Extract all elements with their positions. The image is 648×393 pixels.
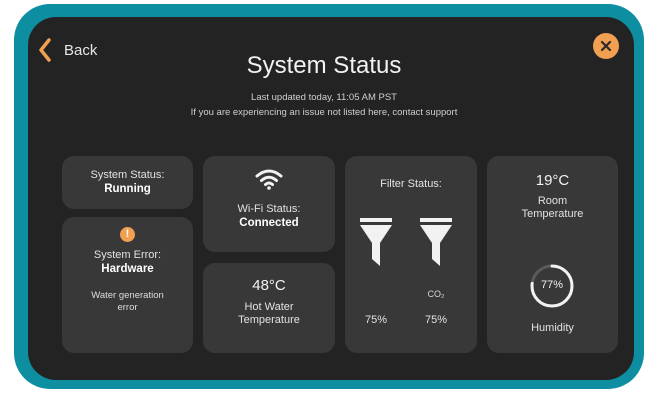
room-humidity-card[interactable]: 19°C Room Temperature 77% Humidity (487, 156, 618, 353)
close-icon (600, 40, 612, 52)
hot-water-card: 48°C Hot Water Temperature (203, 263, 335, 353)
system-error-value: Hardware (101, 263, 154, 275)
room-temperature-label: Room Temperature (487, 195, 618, 221)
last-updated-text: Last updated today, 11:05 AM PST (251, 92, 397, 103)
filter-2-percent: 75% (424, 314, 448, 326)
system-error-card[interactable]: ! System Error: Hardware Water generatio… (62, 217, 193, 353)
system-error-detail: Water generation error (62, 290, 193, 314)
filter-2-name: CO₂ (427, 289, 445, 299)
wifi-status-label: Wi-Fi Status: (237, 203, 301, 215)
hot-water-label-line-1: Hot Water (244, 301, 294, 313)
page-title: System Status (246, 52, 402, 79)
hot-water-label: Hot Water Temperature (203, 301, 335, 327)
hot-water-label-line-2: Temperature (238, 314, 300, 326)
system-error-label: System Error: (93, 249, 162, 261)
room-temperature: 19°C (535, 172, 570, 189)
system-status-value: Running (104, 183, 151, 195)
warning-icon: ! (120, 227, 135, 242)
error-detail-line-1: Water generation (91, 290, 164, 301)
hot-water-temperature: 48°C (252, 277, 286, 294)
filter-1-funnel-icon (360, 218, 392, 266)
room-label-line-2: Temperature (521, 208, 584, 220)
wifi-status-value: Connected (239, 217, 299, 229)
room-label-line-1: Room (537, 195, 568, 207)
wifi-status-card[interactable]: Wi-Fi Status: Connected (203, 156, 335, 252)
support-text: If you are experiencing an issue not lis… (190, 107, 458, 118)
humidity-percent: 77% (540, 279, 564, 291)
filter-2-funnel-icon (420, 218, 452, 266)
system-status-label: System Status: (90, 169, 165, 181)
humidity-label: Humidity (531, 322, 574, 334)
filter-status-label: Filter Status: (380, 178, 442, 190)
error-detail-line-2: error (117, 302, 138, 313)
filter-1-percent: 75% (364, 314, 388, 326)
system-status-card: System Status: Running (62, 156, 193, 209)
wifi-icon (255, 169, 283, 190)
filter-status-card[interactable]: Filter Status: CO₂ 75% 75% (345, 156, 477, 353)
